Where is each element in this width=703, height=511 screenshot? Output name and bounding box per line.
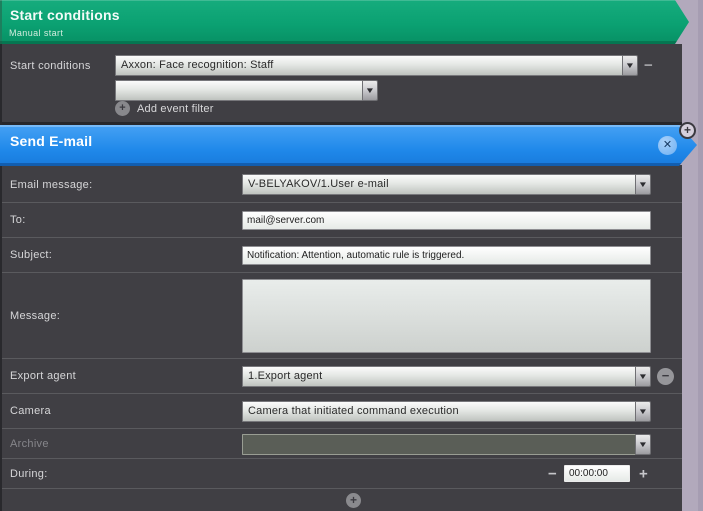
add-action-button[interactable]: + [346, 493, 361, 508]
message-label: Message: [10, 309, 61, 322]
message-row: Message: [2, 272, 682, 358]
during-decrease-button[interactable]: − [548, 465, 557, 482]
desktop-edge-shade [698, 0, 703, 511]
event-filter-2-dropdown[interactable]: ▼ [115, 80, 378, 101]
add-block-button[interactable]: + [679, 122, 696, 139]
email-message-row: Email message: V-BELYAKOV/1.User e-mail … [2, 167, 682, 202]
automation-rule-editor: Start conditions Axxon: Face recognition… [0, 0, 703, 511]
send-email-panel: Email message: V-BELYAKOV/1.User e-mail … [0, 165, 682, 511]
archive-label: Archive [10, 437, 49, 450]
message-textarea[interactable] [242, 279, 651, 353]
chevron-down-icon: ▼ [637, 406, 649, 416]
during-increase-button[interactable]: + [639, 465, 648, 482]
start-conditions-panel: Start conditions Axxon: Face recognition… [0, 44, 682, 125]
start-conditions-row: Start conditions Axxon: Face recognition… [2, 55, 682, 76]
start-conditions-subtitle: Manual start [9, 28, 64, 38]
subject-label: Subject: [10, 249, 53, 261]
archive-value [242, 434, 635, 455]
chevron-down-icon: ▼ [637, 439, 649, 449]
email-message-label: Email message: [10, 178, 93, 191]
export-agent-label: Export agent [10, 370, 76, 382]
start-conditions-header[interactable]: Start conditions Manual start [0, 0, 689, 44]
remove-export-agent-button[interactable]: − [657, 368, 674, 385]
start-conditions-title: Start conditions [10, 7, 120, 23]
email-message-dropdown-button[interactable]: ▼ [635, 174, 651, 195]
send-email-title: Send E-mail [10, 133, 93, 149]
to-row: To: [2, 202, 682, 237]
to-input[interactable] [242, 211, 651, 230]
add-event-filter-button[interactable]: + Add event filter [115, 101, 214, 116]
archive-row: Archive ▼ [2, 428, 682, 458]
subject-row: Subject: [2, 237, 682, 272]
event-filter-1-dropdown[interactable]: Axxon: Face recognition: Staff ▼ [115, 55, 638, 76]
plus-icon: + [115, 101, 130, 116]
camera-dropdown[interactable]: Camera that initiated command execution … [242, 401, 651, 422]
remove-event-filter-button[interactable]: − [644, 55, 653, 76]
chevron-down-icon: ▼ [624, 60, 636, 70]
close-icon[interactable]: ✕ [658, 136, 677, 155]
add-event-filter-label: Add event filter [137, 102, 214, 115]
event-filter-1-value[interactable]: Axxon: Face recognition: Staff [115, 55, 622, 76]
during-row: During: − + [2, 458, 682, 488]
camera-value[interactable]: Camera that initiated command execution [242, 401, 635, 422]
during-label: During: [10, 467, 48, 480]
email-message-value[interactable]: V-BELYAKOV/1.User e-mail [242, 174, 635, 195]
start-conditions-label: Start conditions [10, 60, 91, 72]
event-filter-2-value[interactable] [115, 80, 362, 101]
camera-row: Camera Camera that initiated command exe… [2, 393, 682, 428]
add-action-row: + [2, 488, 682, 511]
event-filter-1-dropdown-button[interactable]: ▼ [622, 55, 638, 76]
chevron-down-icon: ▼ [637, 371, 649, 381]
event-filter-2-dropdown-button[interactable]: ▼ [362, 80, 378, 101]
send-email-header[interactable]: Send E-mail ✕ [0, 125, 697, 166]
camera-dropdown-button[interactable]: ▼ [635, 401, 651, 422]
export-agent-dropdown[interactable]: 1.Export agent ▼ [242, 366, 651, 387]
chevron-down-icon: ▼ [364, 85, 376, 95]
chevron-down-icon: ▼ [637, 179, 649, 189]
camera-label: Camera [10, 405, 51, 417]
export-agent-row: Export agent 1.Export agent ▼ − [2, 358, 682, 393]
to-label: To: [10, 214, 26, 226]
export-agent-dropdown-button[interactable]: ▼ [635, 366, 651, 387]
subject-input[interactable] [242, 246, 651, 265]
email-message-dropdown[interactable]: V-BELYAKOV/1.User e-mail ▼ [242, 174, 651, 195]
archive-dropdown: ▼ [242, 434, 651, 455]
export-agent-value[interactable]: 1.Export agent [242, 366, 635, 387]
during-time-input[interactable] [564, 465, 630, 482]
archive-dropdown-button[interactable]: ▼ [635, 434, 651, 455]
